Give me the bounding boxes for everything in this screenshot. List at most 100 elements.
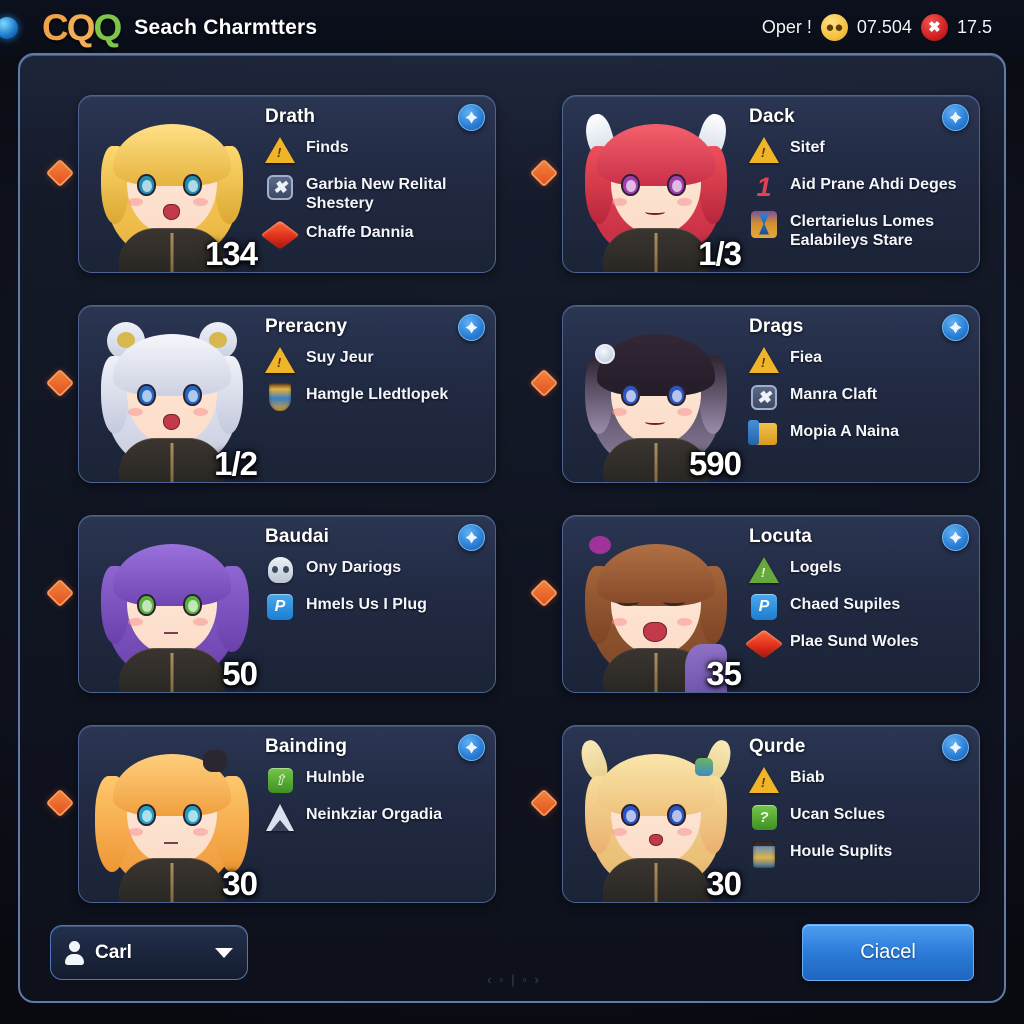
attribute-text: Sitef	[790, 139, 825, 156]
row-marker-diamond-icon	[45, 578, 75, 608]
grid-cell: 30 Qurde Biab ? Ucan Sclues	[520, 715, 992, 925]
grid-cell: 590 Drags Fiea ✖ Manra Claft	[520, 295, 992, 505]
app-root: CQQ Seach Charmtters Oper ! ●● 07.504 ✖ …	[0, 0, 1024, 1024]
grid-cell: 1/2 Preracny Suy Jeur Hamgle Lledtlopek	[36, 295, 508, 505]
attribute-text: Neinkziar Orgadia	[306, 806, 443, 823]
character-portrait: 50	[79, 516, 265, 692]
dart-arrow-icon	[265, 802, 295, 832]
attribute-text: Garbia New Relital Shestery	[306, 176, 447, 213]
skull-icon	[265, 555, 295, 585]
character-level: 134	[204, 235, 258, 272]
attribute-list: Sitef 1 Aid Prane Ahdi Deges Clertarielu…	[749, 135, 971, 250]
row-marker-diamond-icon	[45, 368, 75, 398]
character-card[interactable]: 35 Locuta Logels P Chaed Supiles	[562, 515, 980, 693]
attribute-text: Hamgle Lledtlopek	[306, 386, 449, 403]
close-icon[interactable]	[942, 734, 969, 761]
bottom-bar: Carl ‹ ◦ | ◦ › Ciacel	[20, 909, 1004, 1001]
character-list-panel: 134 Drath Finds ✖ Garbia New Relital She…	[18, 53, 1006, 1003]
character-card[interactable]: 1/3 Dack Sitef 1 Aid Prane Ahdi Deges	[562, 95, 980, 273]
close-icon[interactable]	[942, 314, 969, 341]
character-card[interactable]: 590 Drags Fiea ✖ Manra Claft	[562, 305, 980, 483]
hourglass-icon	[749, 209, 779, 239]
close-icon[interactable]	[942, 104, 969, 131]
attribute-row: Mopia A Naina	[748, 419, 971, 449]
character-name: Qurde	[749, 736, 806, 757]
character-level: 35	[706, 655, 742, 692]
character-grid: 134 Drath Finds ✖ Garbia New Relital She…	[20, 85, 1004, 945]
attribute-row: ⇧ Hulnble	[265, 765, 487, 795]
attribute-row: Fiea	[749, 345, 971, 375]
row-marker-diamond-icon	[529, 368, 559, 398]
attribute-text: Manra Claft	[790, 386, 878, 403]
parking-p-icon: P	[749, 592, 779, 622]
row-marker-diamond-icon	[529, 158, 559, 188]
grid-cell: 50 Baudai Ony Dariogs P Hmels Us I Plug	[36, 505, 508, 715]
character-name: Locuta	[749, 526, 812, 547]
red-gem-icon	[260, 220, 300, 250]
green-warning-triangle-icon	[749, 555, 779, 585]
attribute-text: Logels	[790, 559, 842, 576]
grid-cell: 1/3 Dack Sitef 1 Aid Prane Ahdi Deges	[520, 85, 992, 295]
grid-cell: 35 Locuta Logels P Chaed Supiles	[520, 505, 992, 715]
pagination-indicator[interactable]: ‹ ◦ | ◦ ›	[487, 972, 541, 987]
parking-p-icon: P	[265, 592, 295, 622]
trophy-icon	[265, 382, 295, 412]
attribute-text: Mopia A Naina	[790, 423, 900, 440]
character-portrait: 35	[563, 516, 749, 692]
status-alert-value: 17.5	[956, 17, 992, 37]
close-icon[interactable]	[458, 314, 485, 341]
attribute-list: Fiea ✖ Manra Claft Mopia A Naina	[748, 345, 971, 449]
attribute-row: ? Ucan Sclues	[749, 802, 971, 832]
attribute-row: Biab	[749, 765, 971, 795]
attribute-text: Suy Jeur	[306, 349, 374, 366]
character-portrait: 1/2	[79, 306, 265, 482]
character-name: Baudai	[265, 526, 329, 547]
character-name: Drath	[265, 106, 316, 127]
grid-cell: 134 Drath Finds ✖ Garbia New Relital She…	[36, 85, 508, 295]
character-name: Bainding	[265, 736, 348, 757]
attribute-text: Hulnble	[306, 769, 365, 786]
character-card[interactable]: 1/2 Preracny Suy Jeur Hamgle Lledtlopek	[78, 305, 496, 483]
character-portrait: 590	[563, 306, 749, 482]
attribute-text: Biab	[790, 769, 825, 786]
close-icon[interactable]	[458, 734, 485, 761]
close-icon[interactable]	[942, 524, 969, 551]
row-marker-diamond-icon	[45, 158, 75, 188]
character-level: 1/2	[214, 445, 258, 482]
attribute-text: Aid Prane Ahdi Deges	[790, 176, 957, 193]
attribute-row: Sitef	[749, 135, 971, 165]
user-dropdown[interactable]: Carl	[50, 925, 248, 980]
row-marker-diamond-icon	[529, 788, 559, 818]
character-portrait: 30	[79, 726, 265, 902]
status-operator-label: Oper !	[761, 17, 812, 37]
character-card[interactable]: 50 Baudai Ony Dariogs P Hmels Us I Plug	[78, 515, 496, 693]
attribute-text: Houle Suplits	[790, 843, 893, 860]
green-arrow-up-icon: ⇧	[265, 765, 295, 795]
app-logo: CQQ	[32, 7, 122, 48]
attribute-text: Fiea	[790, 349, 823, 366]
character-name: Dack	[749, 106, 795, 127]
attribute-row: Chaffe Dannia	[260, 220, 487, 250]
close-icon[interactable]	[458, 104, 485, 131]
attribute-text: Finds	[306, 139, 349, 156]
attribute-text: Plae Sund Woles	[790, 633, 919, 650]
character-card[interactable]: 30 Bainding ⇧ Hulnble Neinkziar Orgadia	[78, 725, 496, 903]
attribute-text: Chaed Supiles	[790, 596, 901, 613]
row-marker-diamond-icon	[45, 788, 75, 818]
character-level: 30	[706, 865, 742, 902]
attribute-text: Clertarielus Lomes Ealabileys Stare	[790, 213, 935, 250]
character-name: Drags	[749, 316, 804, 337]
attribute-text: Ucan Sclues	[790, 806, 886, 823]
cancel-button[interactable]: Ciacel	[802, 924, 974, 981]
attribute-row: Suy Jeur	[265, 345, 487, 375]
attribute-row: Ony Dariogs	[265, 555, 487, 585]
character-portrait: 1/3	[563, 96, 749, 272]
character-level: 1/3	[698, 235, 742, 272]
character-card[interactable]: 30 Qurde Biab ? Ucan Sclues	[562, 725, 980, 903]
warning-triangle-icon	[265, 135, 295, 165]
logo-letter-2: Q	[66, 7, 96, 48]
alert-badge-icon: ✖	[920, 14, 948, 41]
status-neutral-value: 07.504	[856, 17, 912, 37]
character-card[interactable]: 134 Drath Finds ✖ Garbia New Relital She…	[78, 95, 496, 273]
close-icon[interactable]	[458, 524, 485, 551]
